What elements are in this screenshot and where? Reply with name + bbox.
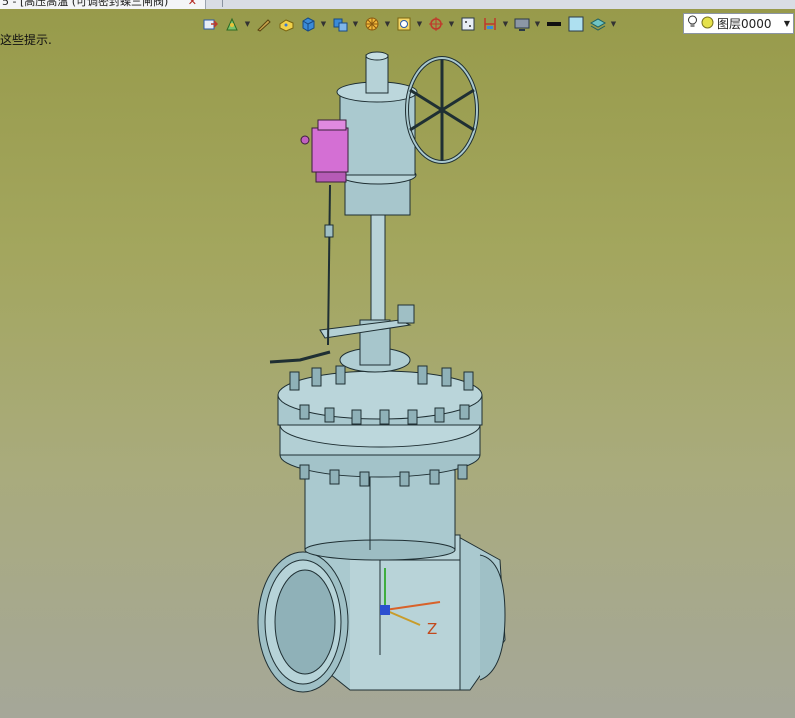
3d-viewport[interactable]: 5 - [高压高温 (可调密封蝶三闸阀) ✕ 这些提示. ▼ ▼ ▼ ▼ ▼ ▼ ▼ ▼ ▼ 图… xyxy=(0,0,795,718)
linkage-clevis xyxy=(397,304,415,324)
valve-stem xyxy=(370,214,386,321)
signal-tube xyxy=(269,350,331,364)
top-stem-cover xyxy=(365,54,389,94)
top-stem-cap xyxy=(365,51,389,61)
rod-coupler xyxy=(324,224,334,238)
solenoid-valve xyxy=(300,119,349,183)
bonnet-bottom xyxy=(304,539,456,561)
feedback-rod xyxy=(327,184,331,346)
gearbox xyxy=(339,89,416,176)
left-bore xyxy=(274,569,336,675)
z-axis-label: Z xyxy=(427,620,437,638)
valve-3d-model[interactable]: Z xyxy=(0,0,795,718)
